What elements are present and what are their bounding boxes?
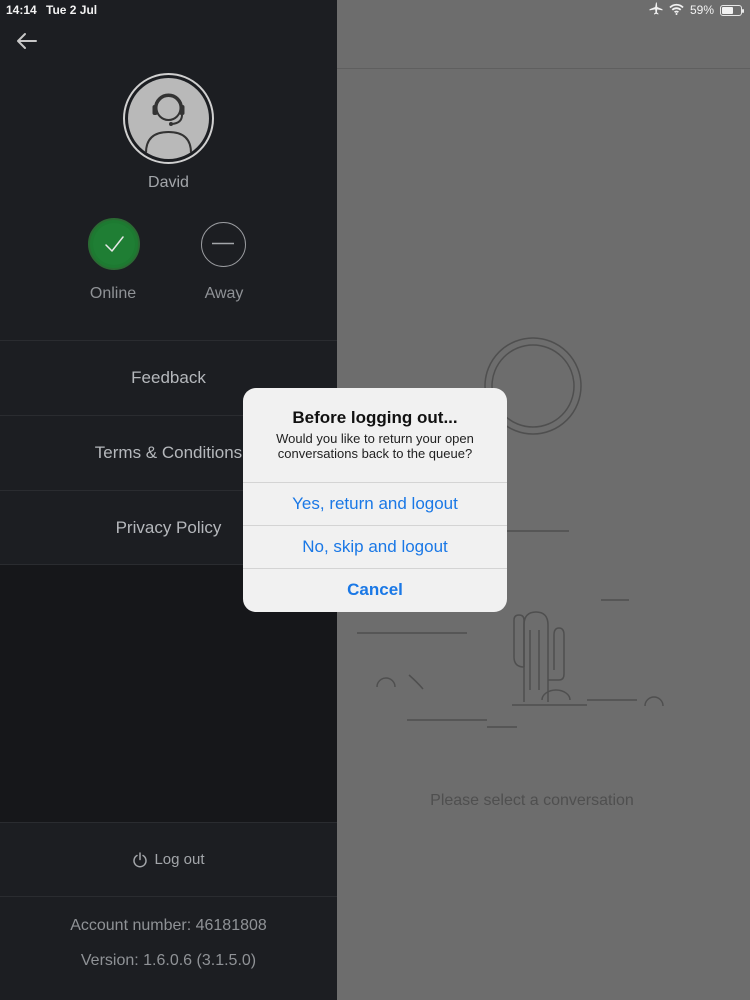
cancel-button[interactable]: Cancel <box>243 568 507 611</box>
dialog-title: Before logging out... <box>292 408 458 427</box>
status-online-button[interactable] <box>88 218 140 270</box>
header-divider <box>337 68 750 69</box>
status-date: Tue 2 Jul <box>46 3 98 17</box>
status-indicators: 59% <box>649 2 744 18</box>
minus-icon <box>212 242 234 245</box>
app-version: Version: 1.6.0.6 (3.1.5.0) <box>80 952 257 969</box>
account-info: Account number: 46181808 Version: 1.6.0.… <box>0 897 337 1000</box>
status-label-away: Away <box>204 285 244 302</box>
power-icon <box>133 851 148 867</box>
menu-item-label: Privacy Policy <box>115 517 222 537</box>
menu-item-label: Terms & Conditions <box>94 443 243 462</box>
wifi-icon <box>669 3 684 18</box>
logout-label: Log out <box>154 851 205 868</box>
user-name: David <box>148 174 189 191</box>
agent-headset-icon <box>128 78 209 159</box>
status-bar: 14:14 Tue 2 Jul 59% <box>0 0 750 22</box>
status-time: 14:14 <box>6 3 37 17</box>
no-skip-logout-button[interactable]: No, skip and logout <box>243 525 507 568</box>
arrow-left-icon <box>17 33 37 49</box>
online-indicator <box>93 223 135 265</box>
status-away-button[interactable] <box>201 222 246 267</box>
back-button[interactable] <box>14 28 42 54</box>
airplane-icon <box>649 2 663 18</box>
empty-state-text: Please select a conversation <box>430 792 634 809</box>
dialog-message: Would you like to return your open conve… <box>276 431 474 461</box>
menu-item-label: Feedback <box>131 368 206 387</box>
status-label-online: Online <box>89 285 137 302</box>
avatar[interactable] <box>123 73 214 164</box>
logout-button[interactable]: Log out <box>0 822 337 897</box>
battery-icon <box>720 4 744 16</box>
yes-return-logout-button[interactable]: Yes, return and logout <box>243 482 507 525</box>
checkmark-icon <box>105 236 124 252</box>
account-number: Account number: 46181808 <box>70 917 267 934</box>
battery-percent: 59% <box>689 3 714 17</box>
